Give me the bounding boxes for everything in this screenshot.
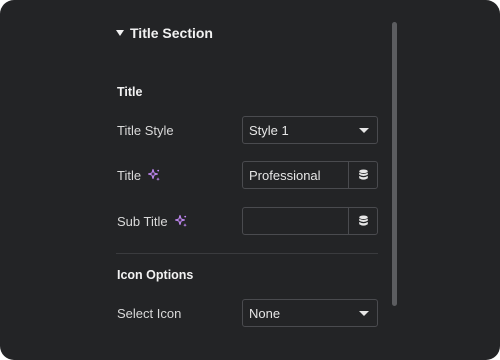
title-style-value: Style 1 <box>249 122 289 138</box>
sub-title-dynamic-button[interactable] <box>348 208 377 234</box>
select-icon-select[interactable]: None <box>242 299 378 327</box>
group-heading-icon-options: Icon Options <box>117 268 194 282</box>
title-section-toggle[interactable]: Title Section <box>116 24 213 42</box>
scrollbar[interactable] <box>392 22 397 306</box>
chevron-down-icon <box>359 311 369 316</box>
select-icon-value: None <box>249 305 281 321</box>
title-field <box>242 161 378 189</box>
title-label: Title <box>117 161 161 189</box>
select-icon-label-text: Select Icon <box>117 305 182 321</box>
sub-title-field <box>242 207 378 235</box>
section-title: Title Section <box>130 25 213 41</box>
title-dynamic-button[interactable] <box>348 162 377 188</box>
title-label-text: Title <box>117 167 142 183</box>
title-input[interactable] <box>243 162 348 188</box>
title-style-select[interactable]: Style 1 <box>242 116 378 144</box>
database-icon <box>358 215 368 226</box>
group-heading-title: Title <box>117 85 143 99</box>
chevron-down-icon <box>359 128 369 133</box>
sub-title-input[interactable] <box>243 208 348 234</box>
title-style-label: Title Style <box>117 116 174 144</box>
database-icon <box>358 169 368 180</box>
section-divider <box>116 253 378 254</box>
sub-title-label: Sub Title <box>117 207 188 235</box>
settings-panel: Title Section Title Title Style Style 1 … <box>0 0 500 360</box>
select-icon-label: Select Icon <box>117 299 181 327</box>
caret-down-icon <box>116 30 124 36</box>
title-style-label-text: Title Style <box>117 122 174 138</box>
sparkle-icon[interactable] <box>174 214 188 228</box>
sub-title-label-text: Sub Title <box>117 213 168 229</box>
sparkle-icon[interactable] <box>147 168 161 182</box>
